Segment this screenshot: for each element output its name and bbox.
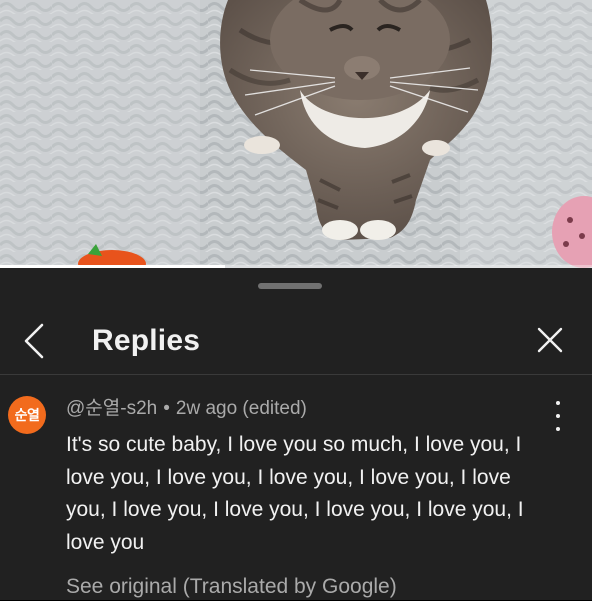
comment-text: It's so cute baby, I love you so much, I… (66, 433, 524, 554)
more-vertical-icon (556, 401, 560, 405)
see-original-link[interactable]: See original (Translated by Google) (66, 573, 397, 601)
comment-item: 순열 @순열-s2h • 2w ago (edited) It's so cute … (0, 375, 592, 600)
avatar-text: 순열 (14, 408, 40, 424)
comment-meta: @순열-s2h • 2w ago (edited) (66, 397, 307, 421)
video-frame-cat (0, 0, 592, 268)
replies-header: Replies (0, 308, 592, 374)
meta-separator: • (163, 398, 170, 419)
close-icon (537, 327, 563, 353)
comment-author[interactable]: @순열-s2h (66, 398, 157, 419)
page-title: Replies (92, 324, 201, 357)
chevron-left-icon (24, 323, 44, 359)
replies-panel: Replies 순열 @순열-s2h • 2w ago (edited) It's … (0, 268, 592, 600)
close-button[interactable] (530, 320, 570, 360)
more-vertical-icon-dot (556, 427, 560, 431)
video-player[interactable] (0, 0, 592, 268)
avatar[interactable]: 순열 (8, 396, 46, 434)
more-vertical-icon-dot (556, 414, 560, 418)
back-button[interactable] (14, 318, 54, 364)
comment-time: 2w ago (edited) (175, 398, 307, 419)
more-options-button[interactable] (548, 401, 568, 431)
drag-handle[interactable] (258, 283, 322, 289)
